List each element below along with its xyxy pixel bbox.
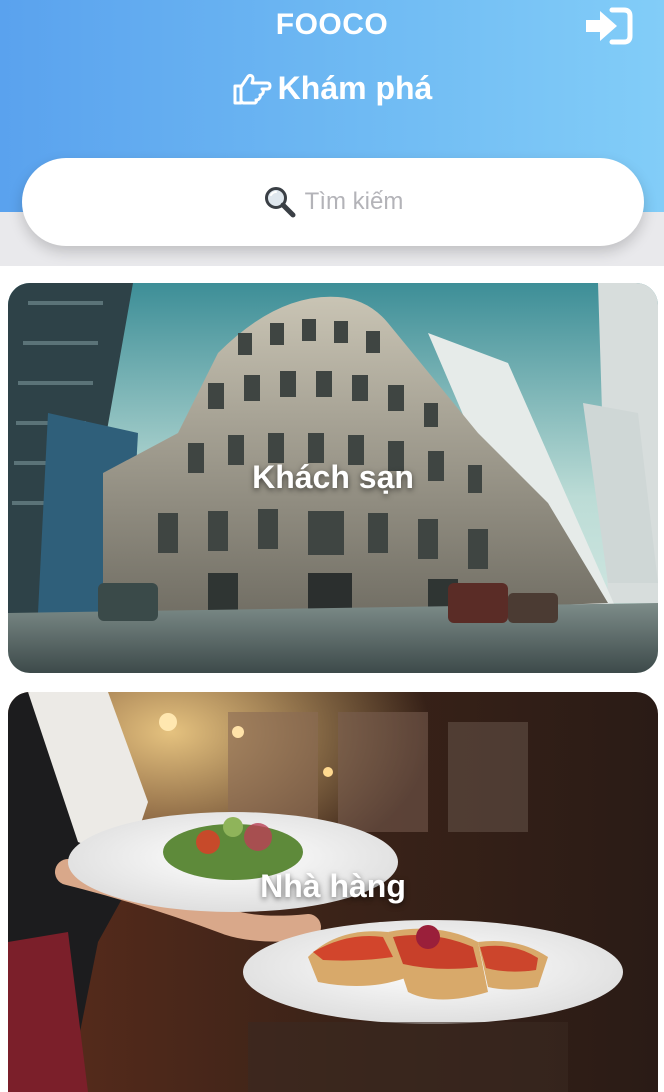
app-title: FOOCO (275, 8, 389, 41)
page-title: Khám phá (277, 70, 433, 106)
category-label-restaurant: Nhà hàng (260, 868, 406, 904)
category-label-hotel: Khách sạn (252, 459, 414, 495)
login-button[interactable] (582, 4, 634, 48)
page-heading: Khám phá (0, 70, 664, 107)
category-card-restaurant[interactable]: Nhà hàng (8, 692, 658, 1092)
sign-in-icon (586, 7, 633, 45)
magnifier-icon (264, 187, 296, 218)
category-card-hotel[interactable]: Khách sạn (8, 283, 658, 673)
search-bar[interactable]: Tìm kiếm (22, 158, 644, 246)
hand-pointing-right-icon (233, 73, 272, 104)
search-placeholder: Tìm kiếm (304, 188, 404, 215)
